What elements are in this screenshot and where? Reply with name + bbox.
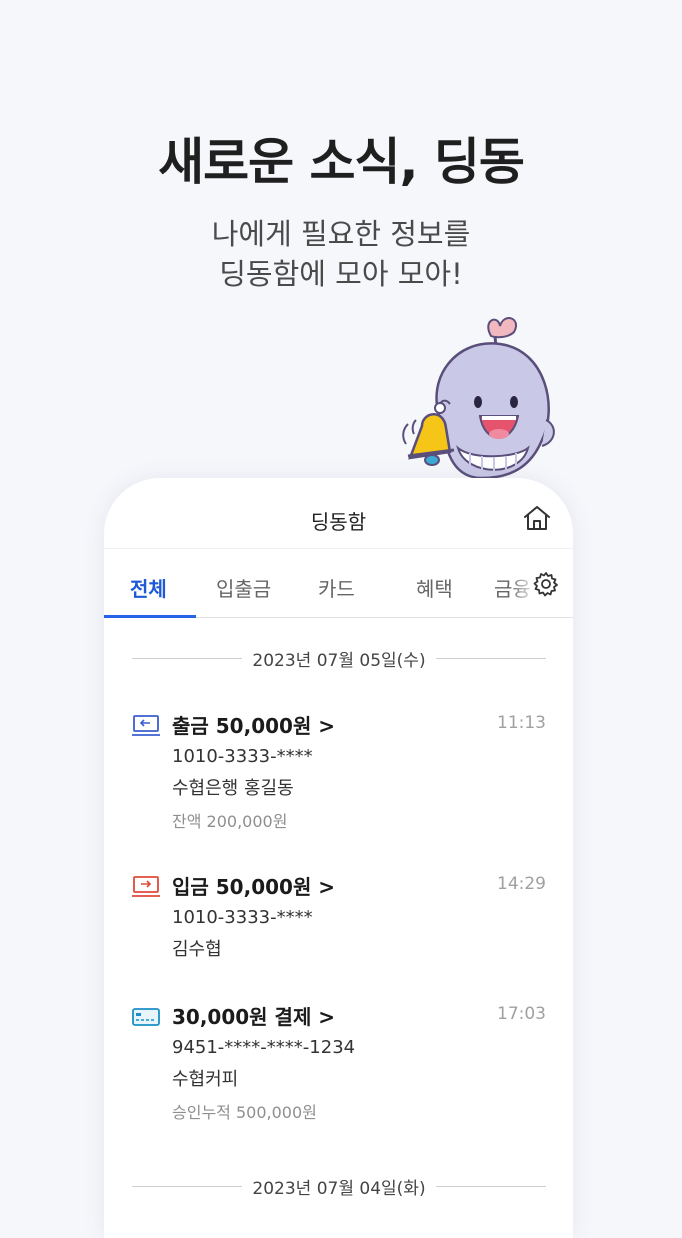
date-label: 2023년 07월 04일(화) (252, 1178, 426, 1199)
app-title: 딩동함 (310, 510, 367, 534)
transaction-account: 9451-****-****-1234 (172, 1037, 356, 1058)
transaction-item[interactable]: 30,000원 결제 > 17:03 9451-****-****-1234 수… (132, 1001, 546, 1122)
deposit-icon (132, 876, 160, 897)
hero-subtitle-line1: 나에게 필요한 정보를 (211, 217, 471, 251)
hero-subtitle-line2: 딩동함에 모아 모아! (219, 257, 463, 291)
tab-deposit-withdraw[interactable]: 입출금 (216, 573, 271, 602)
date-divider: 2023년 07월 05일(수) (132, 646, 547, 671)
transaction-account: 1010-3333-**** (172, 746, 313, 767)
whale-mascot-illustration (402, 317, 555, 480)
home-icon[interactable] (521, 502, 553, 534)
transaction-balance: 잔액 200,000원 (172, 812, 288, 831)
transaction-detail: 수협커피 (172, 1069, 239, 1090)
transaction-account: 1010-3333-**** (172, 907, 313, 928)
tab-active-indicator (104, 615, 196, 618)
withdraw-icon (132, 715, 160, 736)
transaction-item[interactable]: 입금 50,000원 > 14:29 1010-3333-**** 김수협 (132, 871, 546, 961)
hero-title: 새로운 소식, 딩동 (158, 133, 525, 191)
tab-bar: 전체 입출금 카드 혜택 금융 (104, 548, 573, 618)
date-label: 2023년 07월 05일(수) (252, 650, 426, 671)
card-icon (132, 1008, 160, 1026)
transaction-title[interactable]: 출금 50,000원 > (172, 710, 335, 739)
tab-benefit[interactable]: 혜택 (416, 573, 453, 602)
transaction-item[interactable]: 출금 50,000원 > 11:13 1010-3333-**** 수협은행 홍… (132, 710, 546, 831)
tab-all[interactable]: 전체 (130, 573, 167, 602)
transaction-title[interactable]: 입금 50,000원 > (172, 871, 335, 900)
transaction-time: 14:29 (497, 874, 546, 894)
phone-frame: 딩동함 전체 입출금 카드 혜택 금융 2023년 07월 05일(수) 출금 … (104, 478, 573, 1238)
transaction-approval-total: 승인누적 500,000원 (172, 1103, 317, 1122)
tab-card[interactable]: 카드 (318, 573, 355, 602)
transaction-detail: 수협은행 홍길동 (172, 778, 294, 799)
transaction-detail: 김수협 (172, 939, 222, 960)
date-divider: 2023년 07월 04일(화) (132, 1174, 547, 1199)
transaction-title[interactable]: 30,000원 결제 > (172, 1001, 335, 1030)
hero-subtitle: 나에게 필요한 정보를 딩동함에 모아 모아! (0, 214, 682, 294)
settings-gear-icon[interactable] (533, 571, 559, 597)
transaction-time: 11:13 (497, 713, 546, 733)
transaction-time: 17:03 (497, 1004, 546, 1024)
app-header: 딩동함 (104, 478, 573, 548)
